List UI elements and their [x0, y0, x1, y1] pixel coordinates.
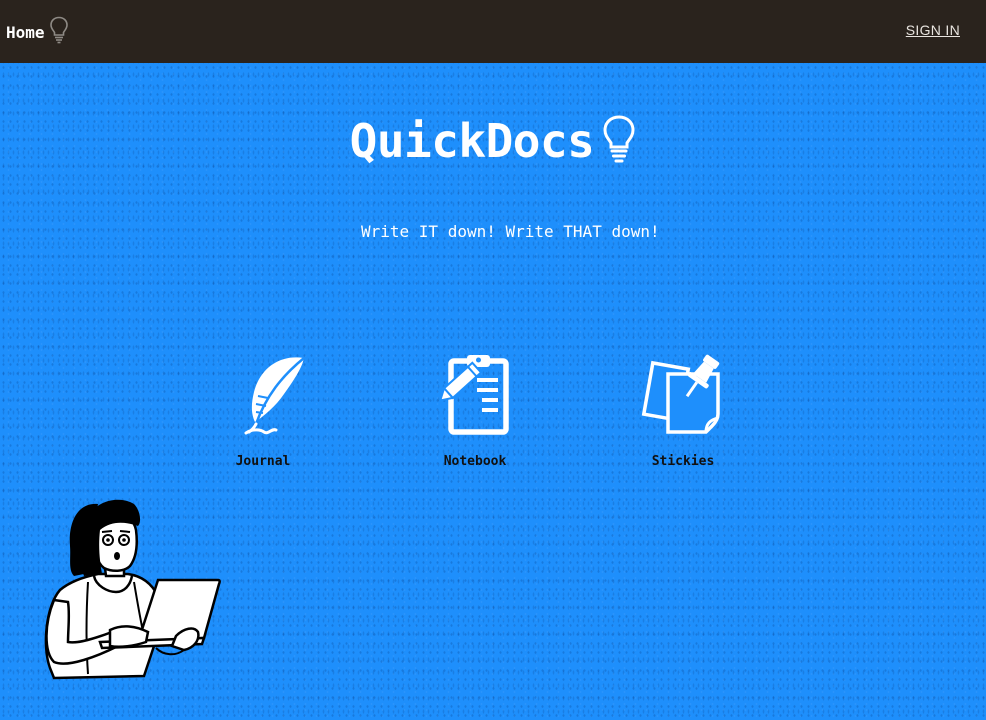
sign-in-link[interactable]: SIGN IN [906, 22, 960, 38]
hero-title-row: QuickDocs [0, 113, 986, 169]
lightbulb-icon [602, 115, 636, 169]
quill-pen-icon [218, 352, 308, 438]
clipboard-pencil-icon [430, 352, 520, 438]
woman-with-laptop-illustration [38, 496, 222, 686]
stickies-card[interactable]: Stickies [618, 352, 748, 469]
stickies-label: Stickies [651, 454, 715, 469]
home-link[interactable]: Home [6, 16, 69, 48]
notebook-label: Notebook [443, 454, 507, 469]
top-navbar: Home SIGN IN [0, 0, 986, 63]
lightbulb-icon [49, 16, 69, 48]
page-title: QuickDocs [349, 114, 595, 168]
notebook-card[interactable]: Notebook [410, 352, 540, 469]
home-label: Home [6, 22, 45, 42]
journal-card[interactable]: Journal [198, 352, 328, 469]
tagline: Write IT down! Write THAT down! [361, 222, 660, 241]
journal-label: Journal [235, 454, 291, 469]
sticky-notes-pin-icon [638, 352, 728, 438]
